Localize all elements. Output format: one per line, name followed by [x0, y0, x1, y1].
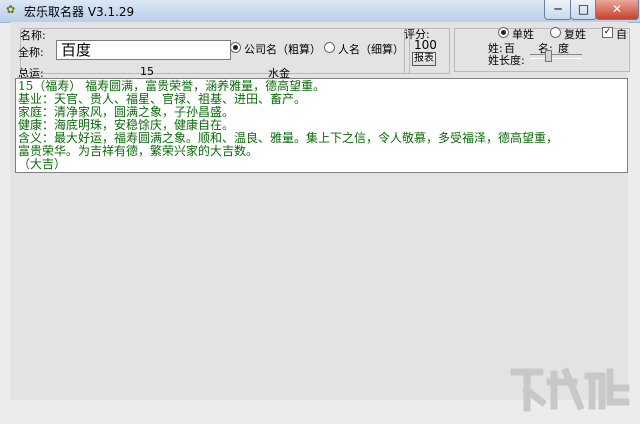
app-logo-icon: ✿ [6, 3, 16, 16]
result-text-area[interactable]: 15（福寿） 福寿圆满，富贵荣誉，涵养雅量，德高望重。 基业：天官、贵人、福星、… [15, 78, 628, 173]
summary-number: 15 [140, 65, 154, 78]
single-surname-radio[interactable] [498, 27, 509, 38]
surname-length-label: 姓长度: [488, 54, 525, 67]
result-line: （大吉） [18, 157, 67, 171]
surname-length-slider-thumb[interactable] [545, 50, 552, 62]
person-option-label[interactable]: 人名（细算） [338, 41, 404, 57]
company-option-label[interactable]: 公司名（粗算） [244, 41, 321, 57]
site-watermark-logo [510, 367, 630, 412]
minimize-button[interactable]: ─ [544, 0, 572, 20]
single-surname-label[interactable]: 单姓 [512, 26, 534, 42]
auto-checkbox-icon[interactable]: ✓ [602, 27, 613, 38]
score-value: 100 [414, 38, 437, 52]
name-label: 名称: [20, 29, 46, 42]
close-button[interactable]: ✕ [595, 0, 639, 20]
double-surname-radio[interactable] [550, 27, 561, 38]
auto-label[interactable]: 自动 [616, 26, 628, 42]
fullname-label: 全称: [18, 46, 44, 59]
main-panel: 名称: 全称: 百度 公司名（粗算） 人名（细算） 评分: 100 报表 单姓 … [10, 22, 630, 400]
fullname-input[interactable]: 百度 [56, 40, 231, 60]
company-radio[interactable] [230, 42, 241, 53]
title-bar: ✿ 宏乐取名器 V3.1.29 ─ □ ✕ [0, 0, 640, 23]
surname-length-slider-track[interactable] [530, 54, 582, 59]
report-button[interactable]: 报表 [412, 52, 436, 66]
maximize-button[interactable]: □ [570, 0, 597, 20]
person-radio[interactable] [324, 42, 335, 53]
window-title: 宏乐取名器 V3.1.29 [24, 5, 135, 19]
